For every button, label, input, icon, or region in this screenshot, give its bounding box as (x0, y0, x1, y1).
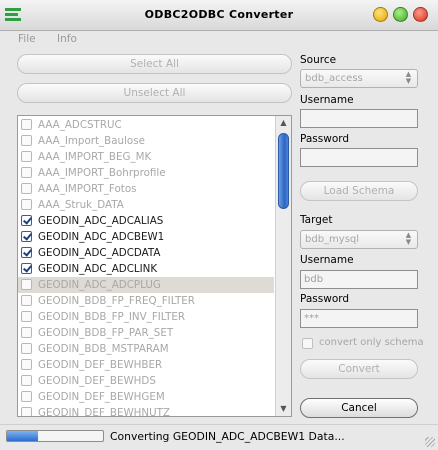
table-list-item[interactable]: GEODIN_ADC_ADCLINK (18, 261, 274, 277)
source-password-field[interactable] (300, 148, 418, 167)
source-password-label: Password (300, 133, 350, 145)
table-list-item[interactable]: GEODIN_ADC_ADCALIAS (18, 213, 274, 229)
table-checkbox[interactable] (21, 135, 32, 146)
table-checkbox[interactable] (21, 343, 32, 354)
target-heading: Target (300, 214, 333, 226)
scroll-thumb[interactable] (278, 133, 289, 209)
table-name: GEODIN_DEF_BEWHDS (38, 375, 156, 387)
table-checkbox[interactable] (21, 311, 32, 322)
convert-only-schema-label: convert only schema (319, 337, 424, 348)
table-list-item[interactable]: GEODIN_DEF_BEWHBER (18, 357, 274, 373)
progress-bar (6, 430, 104, 442)
table-name: AAA_ADCSTRUC (38, 119, 122, 131)
table-list-item[interactable]: GEODIN_ADC_ADCPLUG (18, 277, 274, 293)
table-list-item[interactable]: AAA_Struk_DATA (18, 197, 274, 213)
target-dsn-value: bdb_mysql (305, 234, 360, 245)
table-name: GEODIN_DEF_BEWHBER (38, 359, 163, 371)
resize-grip-icon[interactable] (425, 437, 435, 447)
table-list[interactable]: AAA_ADCSTRUC AAA_Import_Baulose AAA_IMPORT… (17, 115, 292, 417)
table-checkbox[interactable] (21, 263, 32, 274)
table-list-item[interactable]: AAA_ADCSTRUC (18, 117, 274, 133)
source-dsn-select[interactable]: bdb_access ▲ ▼ (300, 69, 418, 88)
table-name: GEODIN_DEF_BEWHNUTZ (38, 407, 170, 417)
table-list-item[interactable]: AAA_IMPORT_BEG_MK (18, 149, 274, 165)
table-list-item[interactable]: AAA_Import_Baulose (18, 133, 274, 149)
table-name: AAA_IMPORT_BEG_MK (38, 151, 152, 163)
table-name: GEODIN_BDB_FP_INV_FILTER (38, 311, 186, 323)
load-schema-button[interactable]: Load Schema (300, 181, 418, 201)
table-checkbox[interactable] (21, 327, 32, 338)
menu-info[interactable]: Info (57, 33, 77, 45)
table-list-item[interactable]: GEODIN_ADC_ADCBEW1 (18, 229, 274, 245)
table-checkbox[interactable] (21, 231, 32, 242)
table-name: AAA_IMPORT_Bohrprofile (38, 167, 166, 179)
progress-fill (7, 431, 38, 441)
table-checkbox[interactable] (21, 375, 32, 386)
unselect-all-button[interactable]: Unselect All (17, 83, 292, 103)
table-name: GEODIN_DEF_BEWHGEM (38, 391, 165, 403)
source-username-field[interactable] (300, 109, 418, 128)
target-password-field[interactable]: *** (300, 309, 418, 328)
table-name: GEODIN_BDB_FP_PAR_SET (38, 327, 174, 339)
status-bar: Converting GEODIN_ADC_ADCBEW1 Data... (0, 424, 438, 450)
table-list-item[interactable]: GEODIN_DEF_BEWHGEM (18, 389, 274, 405)
table-name: GEODIN_ADC_ADCBEW1 (38, 231, 165, 243)
cancel-button[interactable]: Cancel (300, 398, 418, 418)
table-name: GEODIN_ADC_ADCPLUG (38, 279, 161, 291)
table-checkbox[interactable] (21, 359, 32, 370)
table-name: AAA_Struk_DATA (38, 199, 124, 211)
table-name: AAA_IMPORT_Fotos (38, 183, 137, 195)
table-checkbox[interactable] (21, 119, 32, 130)
table-list-item[interactable]: GEODIN_BDB_FP_INV_FILTER (18, 309, 274, 325)
table-list-item[interactable]: GEODIN_DEF_BEWHNUTZ (18, 405, 274, 417)
close-window-button[interactable] (413, 7, 428, 22)
scroll-down-arrow-icon[interactable]: ▼ (276, 402, 291, 416)
vertical-scrollbar[interactable]: ▲ ▼ (275, 116, 291, 416)
table-list-item[interactable]: GEODIN_ADC_ADCDATA (18, 245, 274, 261)
menu-bar: File Info (0, 30, 438, 48)
table-list-item[interactable]: AAA_IMPORT_Fotos (18, 181, 274, 197)
table-checkbox[interactable] (21, 199, 32, 210)
target-username-label: Username (300, 254, 354, 266)
title-bar[interactable]: ODBC2ODBC Converter (0, 0, 438, 31)
minimize-button[interactable] (373, 7, 388, 22)
table-checkbox[interactable] (21, 295, 32, 306)
maximize-button[interactable] (393, 7, 408, 22)
table-list-item[interactable]: GEODIN_BDB_MSTPARAM (18, 341, 274, 357)
table-name: GEODIN_ADC_ADCLINK (38, 263, 158, 275)
chevron-updown-icon: ▲ ▼ (405, 231, 412, 246)
table-checkbox[interactable] (21, 391, 32, 402)
source-username-label: Username (300, 94, 354, 106)
table-list-item[interactable]: AAA_IMPORT_Bohrprofile (18, 165, 274, 181)
target-username-field[interactable]: bdb (300, 270, 418, 289)
table-checkbox[interactable] (21, 183, 32, 194)
table-list-item[interactable]: GEODIN_BDB_FP_FREQ_FILTER (18, 293, 274, 309)
table-name: GEODIN_BDB_MSTPARAM (38, 343, 169, 355)
table-name: AAA_Import_Baulose (38, 135, 145, 147)
table-list-item[interactable]: GEODIN_DEF_BEWHDS (18, 373, 274, 389)
table-checkbox[interactable] (21, 215, 32, 226)
table-checkbox[interactable] (21, 279, 32, 290)
source-heading: Source (300, 54, 337, 66)
convert-button[interactable]: Convert (300, 359, 418, 379)
table-list-item[interactable]: GEODIN_BDB_FP_PAR_SET (18, 325, 274, 341)
target-password-label: Password (300, 293, 350, 305)
table-name: GEODIN_ADC_ADCDATA (38, 247, 161, 259)
table-checkbox[interactable] (21, 247, 32, 258)
table-checkbox[interactable] (21, 407, 32, 416)
chevron-updown-icon: ▲ ▼ (405, 70, 412, 85)
table-checkbox[interactable] (21, 151, 32, 162)
menu-file[interactable]: File (18, 33, 36, 45)
convert-only-schema-checkbox[interactable] (302, 338, 313, 349)
source-dsn-value: bdb_access (305, 73, 363, 84)
select-all-button[interactable]: Select All (17, 54, 292, 74)
status-text: Converting GEODIN_ADC_ADCBEW1 Data... (110, 430, 345, 443)
table-checkbox[interactable] (21, 167, 32, 178)
target-dsn-select[interactable]: bdb_mysql ▲ ▼ (300, 230, 418, 249)
table-name: GEODIN_ADC_ADCALIAS (38, 215, 164, 227)
scroll-up-arrow-icon[interactable]: ▲ (276, 116, 291, 130)
table-name: GEODIN_BDB_FP_FREQ_FILTER (38, 295, 195, 307)
